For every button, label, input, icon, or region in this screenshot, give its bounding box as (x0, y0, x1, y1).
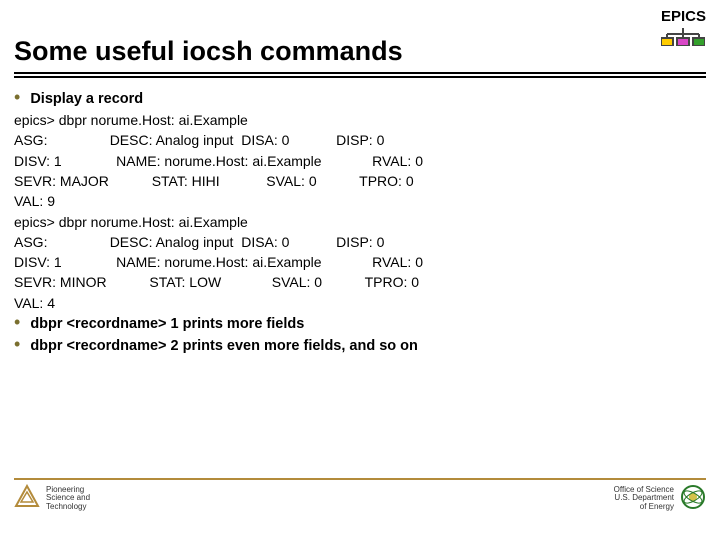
footer-right-line: of Energy (614, 503, 674, 511)
epics-logo-icon (661, 28, 705, 46)
slide-footer: Pioneering Science and Technology Office… (0, 486, 720, 526)
slide-content: • Display a record epics> dbpr norume.Ho… (14, 88, 706, 357)
bullet-icon: • (14, 88, 30, 106)
bullet-text: dbpr <recordname> 1 prints more fields (30, 314, 304, 335)
argonne-logo-icon (14, 484, 40, 510)
title-underline (14, 76, 706, 78)
bullet-item: • Display a record (14, 88, 706, 110)
bullet-text: Display a record (30, 89, 143, 110)
footer-left-text: Pioneering Science and Technology (46, 486, 90, 511)
bullet-item: • dbpr <recordname> 2 prints even more f… (14, 335, 706, 357)
bullet-item: • dbpr <recordname> 1 prints more fields (14, 313, 706, 335)
bullet-text: dbpr <recordname> 2 prints even more fie… (30, 336, 418, 357)
doe-logo-icon (680, 484, 706, 510)
epics-logo-text: EPICS (661, 8, 706, 25)
slide: EPICS Some useful iocsh commands • Displ… (0, 0, 720, 540)
bullet-icon: • (14, 313, 30, 331)
slide-title: Some useful iocsh commands (14, 36, 403, 67)
title-underline (14, 72, 706, 74)
code-block: epics> dbpr norume.Host: ai.Example ASG:… (14, 110, 706, 313)
footer-left-line: Technology (46, 503, 90, 511)
footer-rule (14, 478, 706, 480)
epics-logo-region: EPICS (661, 8, 706, 46)
bullet-icon: • (14, 335, 30, 353)
footer-right-text: Office of Science U.S. Department of Ene… (614, 486, 674, 511)
